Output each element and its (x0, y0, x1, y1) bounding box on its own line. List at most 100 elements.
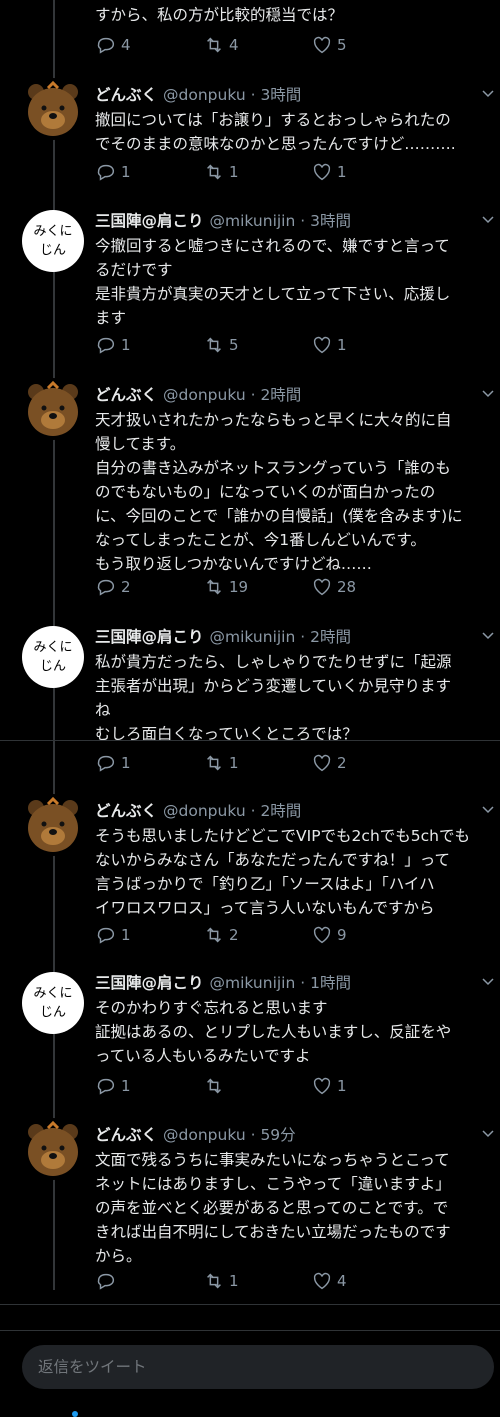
chevron-down-icon[interactable] (482, 390, 494, 398)
timestamp[interactable]: 2時間 (310, 628, 351, 646)
retweet-button[interactable]: 2 (203, 924, 311, 946)
reply-button[interactable]: 4 (95, 34, 203, 56)
tweet-header: 三国陣@肩こり @mikunijin · 2時間 (95, 628, 351, 646)
retweet-icon (207, 1273, 221, 1289)
tweet-text-line: 天才扱いされたかったならもっと早くに大々的に自 (95, 411, 452, 429)
tweet-text-line: もう取り返しつかないんですけどね…… (95, 555, 372, 573)
chevron-down-icon[interactable] (482, 978, 494, 986)
display-name[interactable]: 三国陣@肩こり (95, 974, 204, 992)
reply-icon (97, 927, 115, 944)
timestamp[interactable]: 1時間 (310, 974, 351, 992)
display-name[interactable]: 三国陣@肩こり (95, 628, 204, 646)
avatar[interactable]: みくに じん (22, 972, 84, 1034)
reply-count: 1 (121, 163, 131, 181)
chevron-down-icon[interactable] (482, 216, 494, 224)
tweet-text-line: 今撤回すると嘘つきにされるので、嫌ですと言って (95, 237, 450, 255)
indicator-dot (72, 1411, 78, 1417)
reply-button[interactable]: 1 (95, 334, 203, 356)
display-name[interactable]: どんぶく (95, 1126, 157, 1144)
like-button[interactable]: 2 (311, 752, 419, 774)
handle[interactable]: @donpuku (163, 386, 246, 404)
display-name[interactable]: 三国陣@肩こり (95, 212, 204, 230)
reply-icon (97, 755, 115, 772)
reply-button[interactable]: 1 (95, 1075, 203, 1097)
reply-count: 1 (121, 754, 131, 772)
chevron-down-icon[interactable] (482, 90, 494, 98)
avatar[interactable] (22, 1118, 84, 1180)
handle[interactable]: @donpuku (163, 86, 246, 104)
retweet-count: 19 (229, 578, 249, 596)
tweet-text: 今撤回すると嘘つきにされるので、嫌ですと言って るだけです 是非貴方が真実の天才とし… (95, 234, 495, 330)
tweet-text-line: に、今回のことで「誰かの自慢話」(僕を含みます)に (95, 507, 463, 525)
tweet-action-bar: 1 5 1 (95, 334, 440, 356)
top-action-bar: 4 4 5 (95, 34, 440, 56)
reply-count: 1 (121, 1077, 131, 1095)
reply-button[interactable]: 2 (95, 576, 203, 598)
like-button[interactable]: 1 (311, 334, 419, 356)
reply-icon (97, 37, 115, 54)
avatar[interactable]: みくに じん (22, 210, 84, 272)
retweet-button[interactable]: 4 (203, 34, 311, 56)
timestamp[interactable]: 2時間 (260, 802, 301, 820)
tweet-text-line: るだけです (95, 261, 173, 279)
handle[interactable]: @mikunijin (210, 628, 296, 646)
chevron-down-icon[interactable] (482, 632, 494, 640)
handle[interactable]: @mikunijin (210, 974, 296, 992)
avatar[interactable] (22, 378, 84, 440)
retweet-count: 4 (229, 36, 239, 54)
chevron-down-icon[interactable] (482, 806, 494, 814)
timestamp[interactable]: 59分 (260, 1126, 295, 1144)
tweet-header: 三国陣@肩こり @mikunijin · 1時間 (95, 974, 351, 992)
tweet-text-line: 主張者が出現」からどう変遷していくか見守ります (95, 677, 452, 695)
reply-button[interactable] (95, 1270, 203, 1292)
retweet-icon (207, 927, 221, 943)
avatar[interactable] (22, 794, 84, 856)
reply-count: 1 (121, 336, 131, 354)
reply-input[interactable]: 返信をツイート (22, 1345, 494, 1389)
tweet-text: 天才扱いされたかったならもっと早くに大々的に自 慢してます。自分の書き込みがネット… (95, 408, 495, 576)
like-button[interactable]: 1 (311, 1075, 419, 1097)
retweet-count: 1 (229, 1272, 239, 1290)
reply-button[interactable]: 1 (95, 924, 203, 946)
retweet-button[interactable]: 5 (203, 334, 311, 356)
chevron-down-icon[interactable] (482, 1130, 494, 1138)
retweet-icon (207, 337, 221, 353)
bear-avatar-icon (28, 80, 78, 136)
tweet-text-line: きれば出自不明にしておきたい立場だったものです (95, 1223, 451, 1241)
timestamp[interactable]: 3時間 (260, 86, 301, 104)
retweet-button[interactable] (203, 1075, 311, 1097)
bear-avatar-icon (28, 796, 78, 852)
retweet-button[interactable]: 1 (203, 1270, 311, 1292)
retweet-icon (207, 37, 221, 53)
like-button[interactable]: 9 (311, 924, 419, 946)
reply-count: 2 (121, 578, 131, 596)
display-name[interactable]: どんぶく (95, 386, 157, 404)
tweet-text-line: 慢してます。 (95, 435, 186, 453)
timestamp[interactable]: 3時間 (310, 212, 351, 230)
tweet-text: 文面で残るうちに事実みたいになっちゃうとこって ネットにはありますし、こうやって「… (95, 1148, 495, 1268)
display-name[interactable]: どんぶく (95, 86, 157, 104)
avatar[interactable] (22, 78, 84, 140)
reply-button[interactable]: 1 (95, 752, 203, 774)
retweet-button[interactable]: 19 (203, 576, 311, 598)
like-button[interactable]: 1 (311, 161, 419, 183)
handle[interactable]: @mikunijin (210, 212, 296, 230)
avatar-text-line: じん (39, 243, 66, 258)
avatar-text-line: じん (39, 659, 66, 674)
retweet-button[interactable]: 1 (203, 752, 311, 774)
reply-button[interactable]: 1 (95, 161, 203, 183)
retweet-count: 1 (229, 163, 239, 181)
timestamp[interactable]: 2時間 (260, 386, 301, 404)
tweet-text-line: 自分の書き込みがネットスラングっていう「誰のも (95, 459, 451, 477)
tweet-text-line: むしろ面白くなっていくところでは？ (95, 725, 358, 743)
like-count: 1 (337, 163, 347, 181)
retweet-button[interactable]: 1 (203, 161, 311, 183)
like-button[interactable]: 4 (311, 1270, 419, 1292)
heart-icon (313, 36, 331, 54)
display-name[interactable]: どんぶく (95, 802, 157, 820)
handle[interactable]: @donpuku (163, 1126, 246, 1144)
like-button[interactable]: 28 (311, 576, 419, 598)
handle[interactable]: @donpuku (163, 802, 246, 820)
like-button[interactable]: 5 (311, 34, 419, 56)
avatar[interactable]: みくに じん (22, 626, 84, 688)
